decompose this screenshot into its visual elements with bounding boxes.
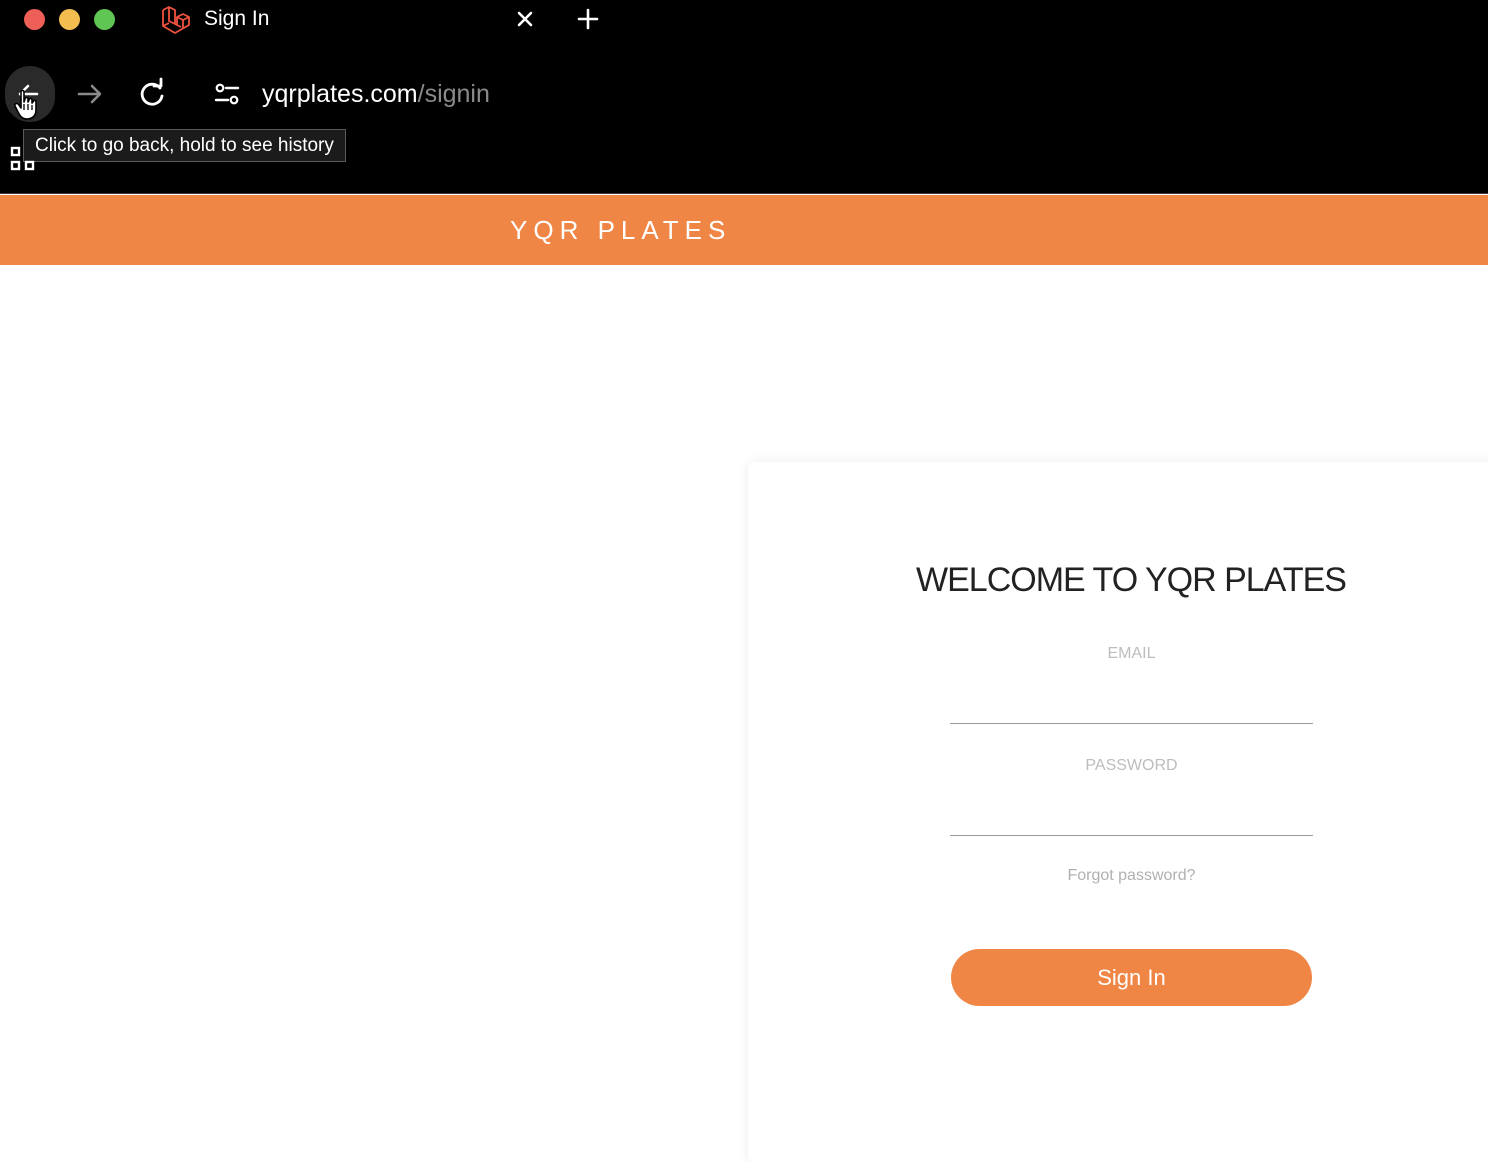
tab-title[interactable]: Sign In — [204, 5, 269, 33]
plus-icon[interactable] — [574, 5, 602, 33]
url-host: yqrplates.com — [262, 80, 418, 108]
password-label: PASSWORD — [1085, 757, 1178, 774]
forgot-password-link[interactable]: Forgot password? — [950, 866, 1313, 886]
window-zoom-button[interactable] — [94, 9, 115, 30]
email-field[interactable] — [950, 684, 1313, 724]
chrome-divider — [0, 193, 1488, 194]
laravel-favicon-icon — [162, 6, 190, 34]
close-icon[interactable] — [512, 6, 538, 32]
window-close-button[interactable] — [24, 9, 45, 30]
browser-chrome: Sign In yqrplates.com/signin Click to go… — [0, 0, 1488, 194]
address-bar[interactable]: yqrplates.com/signin — [262, 78, 490, 110]
url-path: /signin — [417, 80, 490, 108]
back-tooltip: Click to go back, hold to see history — [23, 129, 346, 162]
email-label: EMAIL — [1107, 645, 1156, 662]
reload-icon[interactable] — [130, 72, 174, 116]
password-field[interactable] — [950, 796, 1313, 836]
brand-logo-text[interactable]: YQR PLATES — [510, 209, 731, 251]
window-minimize-button[interactable] — [59, 9, 80, 30]
page-title: WELCOME TO YQR PLATES — [916, 561, 1347, 599]
forward-arrow-icon[interactable] — [68, 72, 112, 116]
site-settings-icon[interactable] — [205, 72, 249, 116]
site-header: YQR PLATES — [0, 195, 1488, 265]
apps-grid-icon[interactable] — [9, 146, 37, 172]
hand-cursor-icon — [14, 89, 37, 120]
signin-button[interactable]: Sign In — [951, 949, 1312, 1006]
